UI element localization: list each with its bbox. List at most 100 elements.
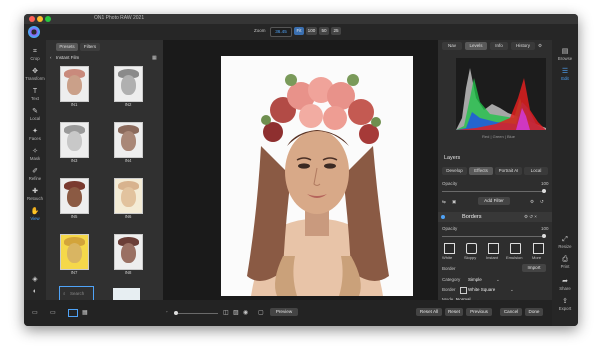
tab-develop[interactable]: Develop [442, 167, 467, 175]
panel-toggle-filmstrip-icon[interactable] [68, 309, 78, 317]
style-sloppy-label: Sloppy [464, 255, 477, 260]
category-title: Instant Film [56, 55, 80, 60]
mask-icon: ✧ [32, 148, 38, 155]
browse-module[interactable]: ▤ Browse [554, 48, 576, 61]
panel-toggle-left-icon[interactable]: ▭ [32, 309, 38, 316]
refine-tool[interactable]: ✐ Refine [24, 168, 46, 181]
close-window-button[interactable] [29, 16, 35, 22]
cancel-button[interactable]: Cancel [500, 308, 522, 316]
borders-opacity-knob[interactable] [542, 234, 546, 238]
compare-view-icon[interactable]: ◫ [223, 309, 229, 316]
borders-opacity-slider[interactable] [442, 234, 546, 238]
previous-button[interactable]: Previous [466, 308, 492, 316]
panel-toggle-browser-icon[interactable]: ▭ [50, 309, 56, 316]
borders-header[interactable]: Borders ⚙ ↺ × [438, 212, 552, 222]
style-sloppy-icon[interactable] [466, 243, 477, 254]
view-tool[interactable]: ✋ View [24, 208, 46, 221]
filmstrip-icon[interactable]: ▣ [452, 199, 456, 205]
preset-thumb-in1[interactable]: IN1 [54, 66, 98, 110]
zoom-knob[interactable] [174, 311, 178, 315]
panel-toggle-grid-icon[interactable]: ▦ [82, 309, 88, 316]
preset-thumb-partial[interactable] [113, 288, 140, 300]
reset-button[interactable]: Reset [445, 308, 463, 316]
screen-icon[interactable]: ▢ [258, 309, 264, 316]
grid-view-icon[interactable]: ▦ [152, 55, 157, 61]
text-tool[interactable]: T Text [24, 88, 46, 101]
retouch-tool[interactable]: ✚ Retouch [24, 188, 46, 201]
eye-icon[interactable]: ◉ [243, 309, 248, 316]
compare-icon[interactable]: ⇆ [442, 199, 446, 205]
panel-options-icon[interactable]: ⚙ [538, 43, 542, 49]
borders-opacity-value[interactable]: 100 [541, 226, 549, 231]
transform-tool[interactable]: ✥ Transform [24, 68, 46, 81]
module-rail: ▤ Browse ☰ Edit ⤢ Resize ⎙ Print ➦ Share ⇪ Exp… [552, 40, 578, 326]
resize-module[interactable]: ⤢ Resize [554, 236, 576, 249]
minimize-window-button[interactable] [37, 16, 43, 22]
opacity-value[interactable]: 100 [541, 181, 549, 186]
style-emulsion-icon[interactable] [510, 243, 521, 254]
tab-levels[interactable]: Levels [465, 42, 487, 50]
share-module[interactable]: ➦ Share [554, 278, 576, 291]
opacity-knob[interactable] [542, 189, 546, 193]
filter-controls-icon[interactable]: ⚙ ↺ × [524, 214, 537, 220]
border-chevron-icon[interactable]: ⌄ [510, 287, 514, 293]
preset-thumb-in6[interactable]: IN6 [108, 178, 152, 222]
zoom-100-button[interactable]: 100 [306, 27, 317, 35]
reset-all-button[interactable]: Reset All [416, 308, 442, 316]
local-tool[interactable]: ✎ Local [24, 108, 46, 121]
zoom-50-button[interactable]: 50 [319, 27, 329, 35]
crop-tool[interactable]: ⌗ Crop [24, 48, 46, 61]
tab-presets[interactable]: Presets [56, 43, 78, 51]
faces-tool[interactable]: ✦ Faces [24, 128, 46, 141]
filter-enabled-icon[interactable] [441, 215, 445, 219]
border-select[interactable]: White Square [468, 287, 495, 292]
zoom-out-icon[interactable]: ◦ [166, 309, 168, 314]
style-white-icon[interactable] [444, 243, 455, 254]
reset-icon[interactable]: ↺ [540, 199, 544, 205]
print-module[interactable]: ⎙ Print [554, 256, 576, 269]
mask-label: Mask [29, 156, 41, 161]
preset-thumb-in8[interactable]: IN8 [108, 234, 152, 278]
edit-module[interactable]: ☰ Edit [554, 68, 576, 81]
import-button[interactable]: Import [522, 264, 546, 272]
quick-mask-tool[interactable]: ◈ [24, 276, 46, 284]
tab-portrait-ai[interactable]: Portrait AI [495, 167, 522, 175]
image-canvas[interactable] [163, 40, 462, 300]
preset-label: IN1 [70, 102, 78, 107]
tab-nav[interactable]: Nav [442, 42, 462, 50]
tab-info[interactable]: Info [490, 42, 508, 50]
zoom-slider[interactable] [174, 311, 218, 315]
tab-filters[interactable]: Filters [80, 43, 100, 51]
preset-label: IN3 [70, 158, 78, 163]
category-chevron-icon[interactable]: ⌄ [496, 277, 500, 283]
preset-thumb-in5[interactable]: IN5 [54, 178, 98, 222]
zoom-fit-button[interactable]: Fit [294, 27, 304, 35]
zoom-value-field[interactable]: 36.45 [270, 27, 292, 37]
back-icon[interactable]: ‹ [50, 55, 52, 60]
preview-button[interactable]: Preview [270, 308, 298, 316]
zoom-label: Zoom [254, 28, 266, 33]
style-more-icon[interactable] [533, 243, 544, 254]
zoom-25-button[interactable]: 25 [331, 27, 341, 35]
export-module[interactable]: ⇪ Export [554, 298, 576, 311]
mask-tool[interactable]: ✧ Mask [24, 148, 46, 161]
search-input[interactable]: Search [70, 291, 84, 296]
before-after-icon[interactable]: ▨ [233, 309, 239, 316]
maximize-window-button[interactable] [45, 16, 51, 22]
add-filter-button[interactable]: Add Filter [478, 197, 510, 205]
preset-thumb-in3[interactable]: IN3 [54, 122, 98, 166]
preset-thumb-in2[interactable]: IN2 [108, 66, 152, 110]
view-label: View [30, 216, 40, 221]
done-button[interactable]: Done [525, 308, 543, 316]
opacity-slider[interactable] [442, 189, 546, 193]
settings-icon[interactable]: ⚙ [530, 199, 534, 205]
preset-thumb-in7[interactable]: IN7 [54, 234, 98, 278]
preset-thumb-in4[interactable]: IN4 [108, 122, 152, 166]
style-instant-icon[interactable] [488, 243, 499, 254]
color-picker-tool[interactable]: ◐ [24, 288, 46, 296]
tab-history[interactable]: History [511, 42, 535, 50]
category-select[interactable]: Simple [468, 277, 482, 282]
transform-label: Transform [25, 76, 45, 81]
tab-local[interactable]: Local [524, 167, 548, 175]
tab-effects[interactable]: Effects [469, 167, 493, 175]
